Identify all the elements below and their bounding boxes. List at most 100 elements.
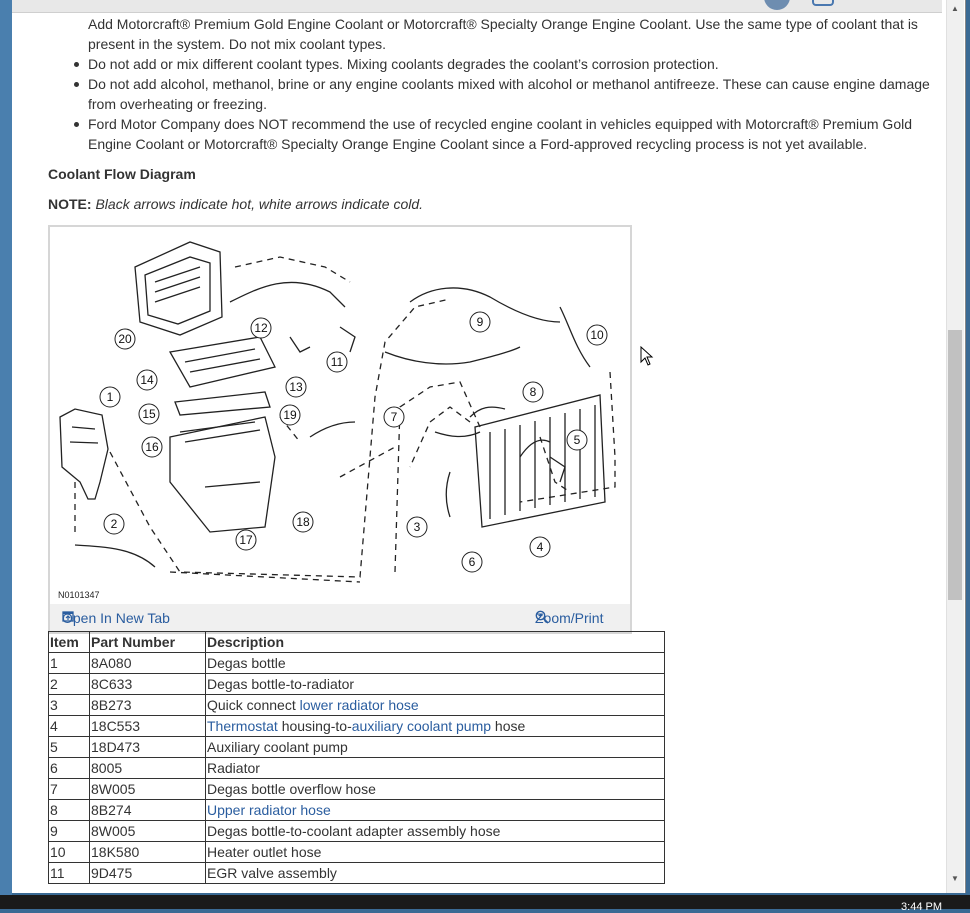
description-cell: Upper radiator hose [205, 799, 665, 821]
item-cell: 7 [48, 778, 90, 800]
description-text: Degas bottle overflow hose [207, 781, 376, 797]
svg-text:13: 13 [289, 380, 303, 394]
svg-text:8: 8 [530, 385, 537, 399]
table-row: 11 9D475 EGR valve assembly [48, 862, 665, 884]
browser-window: Add Motorcraft® Premium Gold Engine Cool… [12, 0, 966, 893]
svg-text:7: 7 [391, 410, 398, 424]
callout-6: 6 [461, 551, 483, 573]
callout-4: 4 [529, 536, 551, 558]
scroll-down-icon[interactable]: ▼ [951, 874, 959, 883]
part-number-cell: 8W005 [89, 778, 206, 800]
item-cell: 3 [48, 694, 90, 716]
svg-text:11: 11 [331, 355, 344, 369]
svg-text:15: 15 [142, 407, 156, 421]
column-header-item: Item [48, 631, 90, 653]
description-cell: Heater outlet hose [205, 841, 665, 863]
heater-core-drawing [134, 241, 223, 336]
zoom-print-link[interactable]: Zoom/Print [535, 610, 603, 626]
table-row: 10 18K580 Heater outlet hose [48, 841, 665, 863]
callout-13: 13 [285, 376, 307, 398]
radiator-drawing [474, 394, 606, 528]
item-cell: 8 [48, 799, 90, 821]
part-number-cell: 9D475 [89, 862, 206, 884]
item-cell: 10 [48, 841, 90, 863]
description-cell: Degas bottle [205, 652, 665, 674]
svg-text:4: 4 [537, 540, 544, 554]
svg-text:2: 2 [111, 517, 118, 531]
profile-icon[interactable] [764, 0, 790, 10]
description-cell: Auxiliary coolant pump [205, 736, 665, 758]
lower-radiator-hose-link[interactable]: lower radiator hose [300, 697, 419, 713]
description-text: housing-to- [277, 718, 352, 734]
description-text: Auxiliary coolant pump [207, 739, 348, 755]
description-cell: Radiator [205, 757, 665, 779]
figure-id: N0101347 [58, 590, 100, 600]
svg-text:5: 5 [574, 433, 581, 447]
table-row: 6 8005 Radiator [48, 757, 665, 779]
toolbar-icon[interactable] [812, 0, 834, 6]
table-row: 8 8B274 Upper radiator hose [48, 799, 665, 821]
item-cell: 9 [48, 820, 90, 842]
taskbar-clock: 3:44 PM [901, 901, 942, 913]
scrollbar-thumb[interactable] [948, 330, 962, 600]
svg-text:9: 9 [477, 315, 484, 329]
taskbar: 3:44 PM [0, 895, 970, 913]
item-cell: 11 [48, 862, 90, 884]
table-row: 3 8B273 Quick connect lower radiator hose [48, 694, 665, 716]
callout-8: 8 [522, 381, 544, 403]
description-text: Radiator [207, 760, 260, 776]
svg-text:16: 16 [145, 440, 159, 454]
svg-text:19: 19 [283, 408, 297, 422]
part-number-cell: 8W005 [89, 820, 206, 842]
part-number-cell: 18C553 [89, 715, 206, 737]
warning-list: Do not add or mix different coolant type… [48, 54, 938, 154]
description-text: Degas bottle [207, 655, 286, 671]
degas-bottle-drawing [59, 408, 109, 500]
open-new-tab-link[interactable]: Open In New Tab [62, 610, 170, 626]
description-text: Degas bottle-to-radiator [207, 676, 355, 692]
callout-9: 9 [469, 311, 491, 333]
callout-19: 19 [279, 404, 301, 426]
description-cell: Degas bottle overflow hose [205, 778, 665, 800]
item-cell: 1 [48, 652, 90, 674]
intro-paragraph: Add Motorcraft® Premium Gold Engine Cool… [88, 16, 918, 52]
part-number-cell: 18K580 [89, 841, 206, 863]
table-row: 7 8W005 Degas bottle overflow hose [48, 778, 665, 800]
callout-20: 20 [114, 328, 136, 350]
part-number-cell: 8C633 [89, 673, 206, 695]
item-cell: 4 [48, 715, 90, 737]
desktop-background [0, 0, 12, 895]
description-cell: EGR valve assembly [205, 862, 665, 884]
callout-12: 12 [250, 317, 272, 339]
description-text: Heater outlet hose [207, 844, 322, 860]
vertical-scrollbar[interactable]: ▲ ▼ [946, 0, 964, 893]
part-number-cell: 8B273 [89, 694, 206, 716]
open-new-tab-icon [62, 611, 74, 622]
toolbar [12, 0, 942, 13]
column-header-description: Description [205, 631, 665, 653]
callout-2: 2 [103, 513, 125, 535]
description-text: Degas bottle-to-coolant adapter assembly… [207, 823, 501, 839]
callout-7: 7 [383, 406, 405, 428]
svg-text:17: 17 [239, 533, 253, 547]
callout-11: 11 [326, 351, 348, 373]
table-row: 9 8W005 Degas bottle-to-coolant adapter as… [48, 820, 665, 842]
table-row: 5 18D473 Auxiliary coolant pump [48, 736, 665, 758]
svg-text:18: 18 [296, 515, 310, 529]
thermostat-link[interactable]: Thermostat [207, 718, 278, 734]
item-cell: 6 [48, 757, 90, 779]
part-number-cell: 8B274 [89, 799, 206, 821]
parts-table: Item Part Number Description 1 8A080 Degas… [48, 631, 665, 884]
callout-3: 3 [406, 516, 428, 538]
description-cell: Quick connect lower radiator hose [205, 694, 665, 716]
upper-radiator-hose-link[interactable]: Upper radiator hose [207, 802, 331, 818]
item-cell: 5 [48, 736, 90, 758]
part-number-cell: 18D473 [89, 736, 206, 758]
svg-text:1: 1 [107, 390, 114, 404]
svg-text:3: 3 [414, 520, 421, 534]
auxiliary-coolant-pump-link[interactable]: auxiliary coolant pump [352, 718, 491, 734]
figure-toolbar: Open In New Tab Zoom/Print [50, 604, 630, 632]
svg-text:10: 10 [590, 328, 604, 342]
scroll-up-icon[interactable]: ▲ [951, 4, 959, 13]
note-label: NOTE: [48, 196, 92, 212]
